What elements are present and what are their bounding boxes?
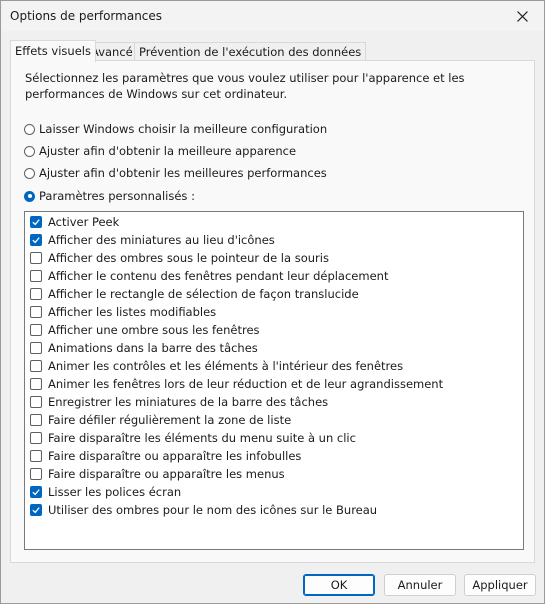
checkmark-icon [32, 489, 40, 496]
list-item[interactable]: Afficher le rectangle de sélection de fa… [30, 285, 359, 303]
title-bar: Options de performances [1, 1, 544, 31]
visual-effects-panel: Sélectionnez les paramètres que vous vou… [10, 60, 535, 563]
option-label: Afficher des ombres sous le pointeur de … [48, 251, 329, 265]
checkbox[interactable] [30, 468, 42, 480]
cancel-button[interactable]: Annuler [384, 574, 456, 596]
radio-button[interactable] [24, 145, 35, 157]
checkbox[interactable] [30, 216, 42, 228]
radio-label: Laisser Windows choisir la meilleure con… [39, 122, 328, 136]
list-item[interactable]: Faire défiler régulièrement la zone de l… [30, 411, 291, 429]
checkbox[interactable] [30, 414, 42, 426]
list-item[interactable]: Afficher des miniatures au lieu d'icônes [30, 231, 275, 249]
radio-best-appearance[interactable]: Ajuster afin d'obtenir la meilleure appa… [24, 143, 296, 159]
list-item[interactable]: Afficher les listes modifiables [30, 303, 216, 321]
tab-data-execution-prevention[interactable]: Prévention de l'exécution des données [134, 42, 367, 61]
option-label: Afficher une ombre sous les fenêtres [48, 323, 260, 337]
checkbox[interactable] [30, 234, 42, 246]
option-label: Faire disparaître ou apparaître les info… [48, 449, 302, 463]
radio-button[interactable] [24, 190, 35, 202]
option-label: Utiliser des ombres pour le nom des icôn… [48, 503, 378, 517]
option-label: Lisser les polices écran [48, 485, 182, 499]
option-label: Faire disparaître ou apparaître les menu… [48, 467, 285, 481]
checkbox[interactable] [30, 342, 42, 354]
checkbox[interactable] [30, 252, 42, 264]
radio-button[interactable] [24, 167, 35, 179]
option-label: Animer les fenêtres lors de leur réducti… [48, 377, 444, 391]
list-item[interactable]: Afficher une ombre sous les fenêtres [30, 321, 260, 339]
checkbox[interactable] [30, 324, 42, 336]
list-item[interactable]: Lisser les polices écran [30, 483, 181, 501]
list-item[interactable]: Animer les fenêtres lors de leur réducti… [30, 375, 443, 393]
list-item[interactable]: Enregistrer les miniatures de la barre d… [30, 393, 328, 411]
checkbox[interactable] [30, 288, 42, 300]
performance-options-dialog: Options de performances Effets visuels A… [0, 0, 545, 604]
apply-button[interactable]: Appliquer [464, 574, 536, 596]
list-item[interactable]: Faire disparaître ou apparaître les menu… [30, 465, 285, 483]
window-title: Options de performances [10, 9, 163, 23]
list-item[interactable]: Utiliser des ombres pour le nom des icôn… [30, 501, 377, 519]
checkmark-icon [32, 219, 40, 226]
option-label: Animer les contrôles et les éléments à l… [48, 359, 404, 373]
list-item[interactable]: Faire disparaître ou apparaître les info… [30, 447, 301, 465]
list-item[interactable]: Animer les contrôles et les éléments à l… [30, 357, 403, 375]
option-label: Animations dans la barre des tâches [48, 341, 258, 355]
option-label: Enregistrer les miniatures de la barre d… [48, 395, 329, 409]
option-label: Activer Peek [48, 215, 120, 229]
checkbox[interactable] [30, 360, 42, 372]
list-item[interactable]: Faire disparaître les éléments du menu s… [30, 429, 356, 447]
option-label: Afficher les listes modifiables [48, 305, 217, 319]
option-label: Afficher le rectangle de sélection de fa… [48, 287, 359, 301]
radio-label: Ajuster afin d'obtenir la meilleure appa… [39, 144, 297, 158]
checkbox[interactable] [30, 270, 42, 282]
radio-let-windows-choose[interactable]: Laisser Windows choisir la meilleure con… [24, 121, 327, 137]
radio-label: Paramètres personnalisés : [39, 189, 195, 203]
radio-label: Ajuster afin d'obtenir les meilleures pe… [39, 166, 327, 180]
option-label: Afficher le contenu des fenêtres pendant… [48, 269, 389, 283]
radio-best-performance[interactable]: Ajuster afin d'obtenir les meilleures pe… [24, 165, 327, 181]
radio-button[interactable] [24, 123, 35, 135]
list-item[interactable]: Afficher des ombres sous le pointeur de … [30, 249, 329, 267]
tab-visual-effects[interactable]: Effets visuels [10, 40, 96, 62]
ok-button[interactable]: OK [303, 574, 375, 596]
checkbox[interactable] [30, 432, 42, 444]
checkmark-icon [32, 237, 40, 244]
close-button[interactable] [500, 1, 544, 31]
description-text: Sélectionnez les paramètres que vous vou… [25, 71, 465, 101]
checkbox[interactable] [30, 396, 42, 408]
checkbox[interactable] [30, 378, 42, 390]
checkbox[interactable] [30, 306, 42, 318]
option-label: Faire défiler régulièrement la zone de l… [48, 413, 292, 427]
option-label: Faire disparaître les éléments du menu s… [48, 431, 356, 445]
checkmark-icon [32, 507, 40, 514]
visual-effects-list[interactable]: Activer Peek Afficher des miniatures au l… [24, 211, 524, 550]
radio-custom[interactable]: Paramètres personnalisés : [24, 188, 195, 204]
option-label: Afficher des miniatures au lieu d'icônes [48, 233, 275, 247]
list-item[interactable]: Afficher le contenu des fenêtres pendant… [30, 267, 388, 285]
close-icon [516, 10, 528, 22]
checkbox[interactable] [30, 450, 42, 462]
checkbox[interactable] [30, 504, 42, 516]
list-item[interactable]: Animations dans la barre des tâches [30, 339, 258, 357]
list-item[interactable]: Activer Peek [30, 213, 119, 231]
checkbox[interactable] [30, 486, 42, 498]
